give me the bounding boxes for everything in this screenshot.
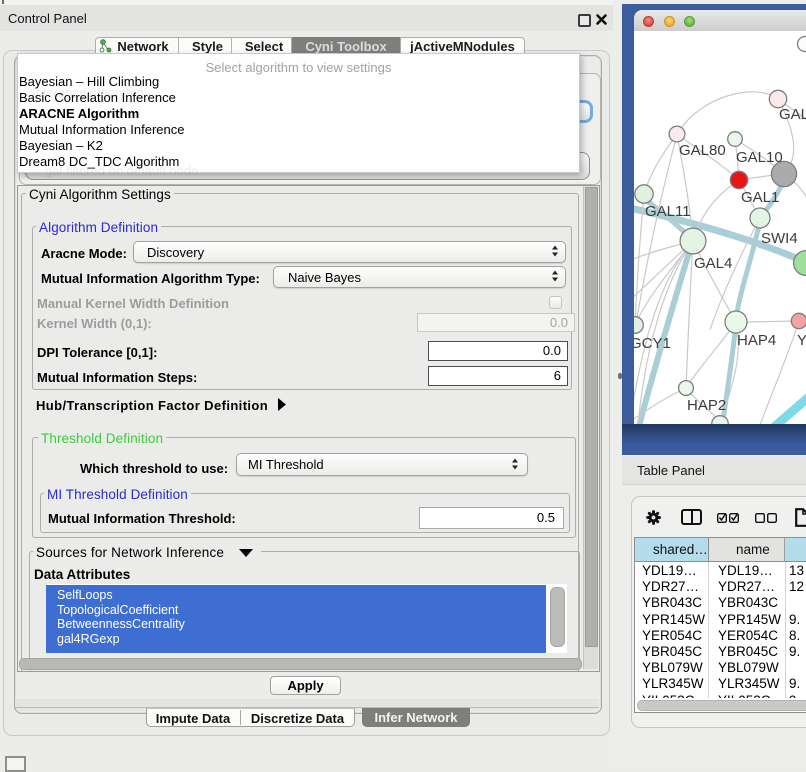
svg-text:GAL11: GAL11: [645, 203, 691, 220]
svg-text:HAP2: HAP2: [687, 397, 726, 414]
svg-text:GAL80: GAL80: [679, 142, 726, 159]
svg-text:GCY1: GCY1: [634, 335, 671, 352]
svg-text:SWI4: SWI4: [761, 230, 798, 247]
svg-text:GAL10: GAL10: [736, 149, 783, 166]
svg-text:GAL4: GAL4: [694, 255, 732, 272]
svg-text:HAP4: HAP4: [737, 332, 776, 349]
svg-text:YM: YM: [797, 332, 806, 349]
svg-text:GAL1: GAL1: [741, 189, 779, 206]
svg-text:GAL7: GAL7: [779, 106, 806, 123]
